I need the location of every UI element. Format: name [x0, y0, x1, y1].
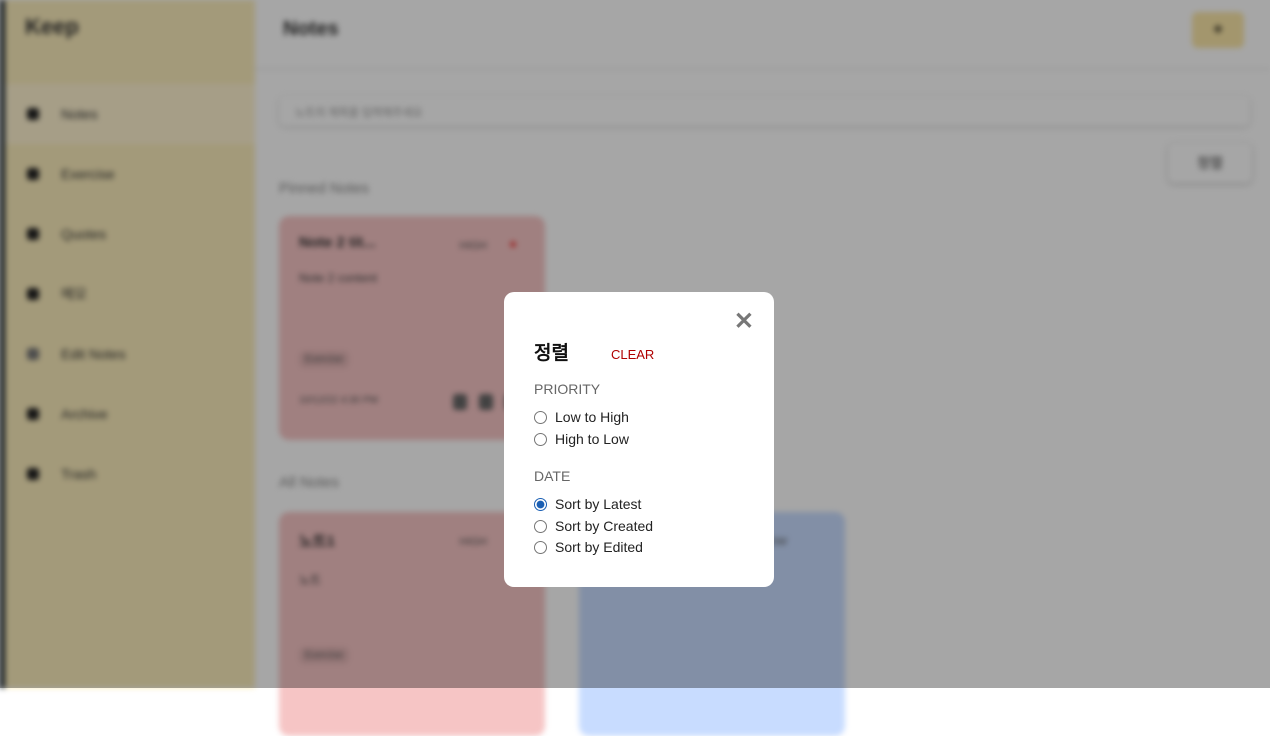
radio-low-to-high[interactable]: Low to High: [534, 409, 629, 425]
radio-label: Sort by Edited: [555, 539, 643, 555]
close-icon[interactable]: ✕: [734, 310, 754, 334]
radio-label: High to Low: [555, 431, 629, 447]
clear-button[interactable]: CLEAR: [611, 347, 654, 362]
radio-input[interactable]: [534, 497, 547, 511]
radio-label: Sort by Latest: [555, 496, 642, 512]
radio-sort-by-latest[interactable]: Sort by Latest: [534, 496, 641, 512]
radio-high-to-low[interactable]: High to Low: [534, 431, 629, 447]
radio-input[interactable]: [534, 410, 547, 424]
radio-label: Sort by Created: [555, 518, 654, 534]
priority-label: PRIORITY: [534, 381, 601, 397]
radio-input[interactable]: [534, 432, 547, 446]
radio-input[interactable]: [534, 519, 547, 533]
date-label: DATE: [534, 468, 571, 484]
radio-input[interactable]: [534, 540, 547, 554]
sort-modal: ✕ 정렬 CLEAR PRIORITY Low to High High to …: [504, 292, 774, 587]
radio-sort-by-edited[interactable]: Sort by Edited: [534, 539, 643, 555]
radio-sort-by-created[interactable]: Sort by Created: [534, 518, 653, 534]
modal-title: 정렬: [534, 343, 569, 364]
radio-label: Low to High: [555, 409, 629, 425]
